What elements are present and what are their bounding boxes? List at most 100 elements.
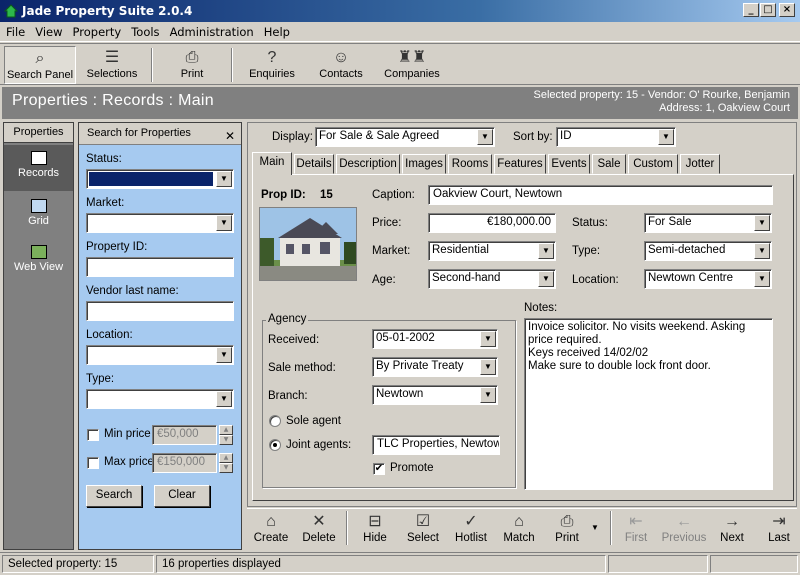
received-date-select[interactable]: 05-01-2002 ▼	[372, 329, 498, 349]
record-age-select[interactable]: Second-hand ▼	[428, 269, 556, 289]
spin-down-icon[interactable]: ▼	[219, 463, 233, 473]
status-select[interactable]: ▼	[86, 169, 234, 189]
enquiries-button[interactable]: ? Enquiries	[240, 46, 304, 84]
prop-id-label: Prop ID:	[261, 189, 306, 201]
tab-custom[interactable]: Custom	[628, 154, 678, 174]
property-id-input[interactable]	[86, 257, 234, 277]
min-price-input[interactable]: €50,000	[152, 425, 217, 445]
spin-up-icon[interactable]: ▲	[219, 453, 233, 463]
branch-label: Branch:	[268, 390, 308, 402]
tab-events[interactable]: Events	[548, 154, 590, 174]
tab-details[interactable]: Details	[294, 154, 334, 174]
close-icon[interactable]: ✕	[225, 126, 235, 147]
print-button[interactable]: ⎙ Print	[160, 46, 224, 84]
chevron-down-icon: ▼	[538, 271, 554, 287]
display-select[interactable]: For Sale & Sale Agreed ▼	[315, 127, 495, 147]
menu-property[interactable]: Property	[67, 22, 126, 39]
delete-label: Delete	[302, 532, 336, 544]
menu-tools[interactable]: Tools	[125, 22, 163, 39]
record-status-select[interactable]: For Sale ▼	[644, 213, 772, 233]
sidebar-item-web-view[interactable]: Web View	[4, 239, 73, 285]
contacts-button[interactable]: ☺ Contacts	[309, 46, 373, 84]
delete-button[interactable]: ✕ Delete	[297, 512, 341, 550]
spin-up-icon[interactable]: ▲	[219, 425, 233, 435]
chevron-down-icon: ▼	[658, 129, 674, 145]
max-price-input[interactable]: €150,000	[152, 453, 217, 473]
market-select[interactable]: ▼	[86, 213, 234, 233]
sole-agent-radio[interactable]	[269, 415, 281, 427]
type-label: Type:	[86, 373, 115, 385]
sidebar-item-label: Records	[18, 167, 59, 179]
max-price-checkbox[interactable]	[87, 457, 99, 469]
search-panel-header: Search for Properties ✕	[79, 123, 241, 145]
tab-sale[interactable]: Sale	[592, 154, 626, 174]
sale-method-value: By Private Treaty	[376, 360, 464, 372]
minimize-button[interactable]: _	[743, 3, 759, 17]
max-price-spinner[interactable]: ▲ ▼	[219, 453, 233, 473]
select-list-icon: ☑	[415, 513, 431, 530]
search-panel-button[interactable]: ⌕ Search Panel	[4, 46, 76, 84]
print-record-button[interactable]: ⎙ Print	[547, 512, 587, 550]
print-record-label: Print	[555, 532, 579, 544]
status-field-label: Status:	[572, 217, 608, 229]
spin-down-icon[interactable]: ▼	[219, 435, 233, 445]
last-button[interactable]: ⇥ Last	[762, 512, 796, 550]
min-price-checkbox[interactable]	[87, 429, 99, 441]
chevron-down-icon: ▼	[216, 215, 232, 231]
vendor-label: Vendor last name:	[86, 285, 179, 297]
selections-button[interactable]: ☰ Selections	[80, 46, 144, 84]
select-button[interactable]: ☑ Select	[403, 512, 443, 550]
record-market-select[interactable]: Residential ▼	[428, 241, 556, 261]
match-button[interactable]: ⌂ Match	[499, 512, 539, 550]
tab-description[interactable]: Description	[336, 154, 400, 174]
menu-view[interactable]: View	[29, 22, 66, 39]
search-button[interactable]: Search	[86, 485, 142, 507]
page-header: Properties : Records : Main Selected pro…	[2, 87, 798, 119]
close-button[interactable]: ×	[779, 3, 795, 17]
record-type-select[interactable]: Semi-detached ▼	[644, 241, 772, 261]
caption-input[interactable]: Oakview Court, Newtown	[428, 185, 773, 205]
joint-agents-label: Joint agents:	[286, 439, 352, 451]
house-icon: ⌂	[266, 513, 276, 530]
sidebar-item-records[interactable]: Records	[4, 145, 73, 191]
hotlist-button[interactable]: ✓ Hotlist	[451, 512, 491, 550]
last-label: Last	[768, 532, 790, 544]
chevron-down-icon: ▼	[754, 243, 770, 259]
menu-help[interactable]: Help	[258, 22, 294, 39]
create-button[interactable]: ⌂ Create	[251, 512, 291, 550]
type-select[interactable]: ▼	[86, 389, 234, 409]
maximize-button[interactable]: □	[760, 3, 776, 17]
location-select[interactable]: ▼	[86, 345, 234, 365]
notes-textarea[interactable]: Invoice solicitor. No visits weekend. As…	[524, 318, 773, 490]
status-panel	[608, 555, 708, 573]
vendor-input[interactable]	[86, 301, 234, 321]
tab-images[interactable]: Images	[402, 154, 446, 174]
records-icon	[30, 151, 47, 165]
joint-agents-input[interactable]: TLC Properties, Newtown	[372, 435, 500, 455]
menu-administration[interactable]: Administration	[164, 22, 258, 39]
tab-jotter[interactable]: Jotter	[680, 154, 720, 174]
next-button[interactable]: → Next	[715, 512, 749, 550]
promote-label: Promote	[390, 462, 434, 474]
hide-button[interactable]: ⊟ Hide	[355, 512, 395, 550]
record-location-select[interactable]: Newtown Centre ▼	[644, 269, 772, 289]
tab-main[interactable]: Main	[252, 152, 292, 175]
chevron-down-icon: ▼	[754, 215, 770, 231]
sortby-select[interactable]: ID ▼	[556, 127, 676, 147]
clear-button[interactable]: Clear	[154, 485, 210, 507]
first-button[interactable]: ⇤ First	[617, 512, 655, 550]
branch-select[interactable]: Newtown ▼	[372, 385, 498, 405]
sale-method-select[interactable]: By Private Treaty ▼	[372, 357, 498, 377]
min-price-spinner[interactable]: ▲ ▼	[219, 425, 233, 445]
menu-file[interactable]: File	[0, 22, 29, 39]
sidebar-item-grid[interactable]: Grid	[4, 193, 73, 239]
joint-agents-radio[interactable]	[269, 439, 281, 451]
chevron-down-icon: ▼	[477, 129, 493, 145]
tab-rooms[interactable]: Rooms	[448, 154, 492, 174]
tab-features[interactable]: Features	[494, 154, 546, 174]
sortby-label: Sort by:	[513, 131, 553, 143]
previous-button[interactable]: ← Previous	[659, 512, 709, 550]
promote-checkbox[interactable]: ✔	[373, 463, 385, 475]
companies-button[interactable]: ♜♜ Companies	[380, 46, 444, 84]
price-input[interactable]: €180,000.00	[428, 213, 556, 233]
